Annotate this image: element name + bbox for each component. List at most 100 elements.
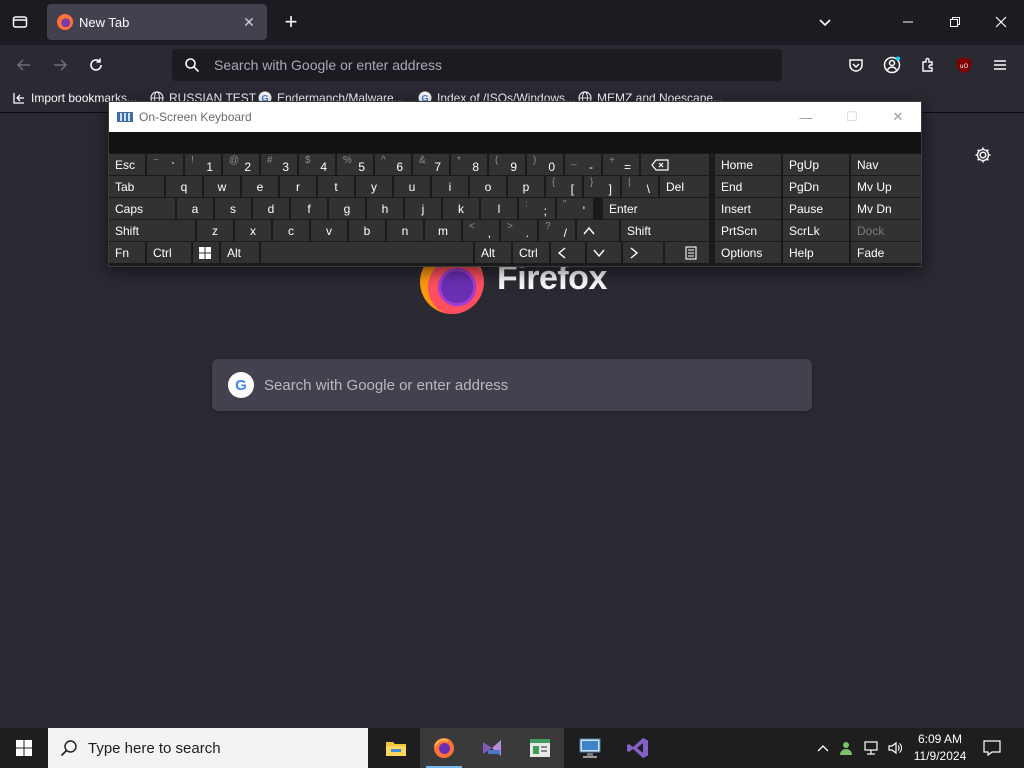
key-pgup[interactable]: PgUp <box>783 154 849 175</box>
key-a[interactable]: a <box>177 198 213 219</box>
key-semicolon[interactable]: :; <box>519 198 555 219</box>
list-all-tabs-button[interactable] <box>812 10 838 36</box>
key-del[interactable]: Del <box>660 176 709 197</box>
tab-close-icon[interactable]: ✕ <box>239 12 259 32</box>
key-c[interactable]: c <box>273 220 309 241</box>
key-prtscn[interactable]: PrtScn <box>715 220 781 241</box>
key-pause[interactable]: Pause <box>783 198 849 219</box>
key-mv-dn[interactable]: Mv Dn <box>851 198 921 219</box>
key-left-shift[interactable]: Shift <box>109 220 195 241</box>
app-menu-button[interactable] <box>986 51 1014 79</box>
taskbar-visual-studio-installer[interactable] <box>468 728 516 768</box>
key-left-alt[interactable]: Alt <box>221 242 259 263</box>
key-s[interactable]: s <box>215 198 251 219</box>
key-1[interactable]: ! 1 <box>185 154 221 175</box>
key-pgdn[interactable]: PgDn <box>783 176 849 197</box>
key-up-arrow[interactable] <box>577 220 619 241</box>
key-home[interactable]: Home <box>715 154 781 175</box>
taskbar-search-box[interactable]: Type here to search <box>48 728 368 768</box>
taskbar-app[interactable] <box>516 728 564 768</box>
key-equal[interactable]: + = <box>603 154 639 175</box>
forward-button[interactable] <box>46 51 74 79</box>
key-right-ctrl[interactable]: Ctrl <box>513 242 549 263</box>
key-options[interactable]: Options <box>715 242 781 263</box>
key-y[interactable]: y <box>356 176 392 197</box>
key-x[interactable]: x <box>235 220 271 241</box>
newtab-search-box[interactable]: G Search with Google or enter address <box>212 359 812 411</box>
key-w[interactable]: w <box>204 176 240 197</box>
key-down-arrow[interactable] <box>587 242 621 263</box>
key-right-arrow[interactable] <box>623 242 663 263</box>
key-comma[interactable]: <, <box>463 220 499 241</box>
key-rbracket[interactable]: }] <box>584 176 620 197</box>
key-b[interactable]: b <box>349 220 385 241</box>
key-dock[interactable]: Dock <box>851 220 921 241</box>
key-9[interactable]: (9 <box>489 154 525 175</box>
newtab-settings-button[interactable] <box>970 142 996 168</box>
key-mv-up[interactable]: Mv Up <box>851 176 921 197</box>
key-j[interactable]: j <box>405 198 441 219</box>
key-scrlk[interactable]: ScrLk <box>783 220 849 241</box>
key-m[interactable]: m <box>425 220 461 241</box>
key-esc[interactable]: Esc <box>109 154 145 175</box>
key-quote[interactable]: " ' <box>557 198 593 219</box>
taskbar-clock[interactable]: 6:09 AM 11/9/2024 <box>906 731 974 765</box>
key-backtick[interactable]: ~ ` <box>147 154 183 175</box>
key-tab[interactable]: Tab <box>109 176 164 197</box>
pocket-button[interactable] <box>842 51 870 79</box>
taskbar-network-app[interactable] <box>566 728 614 768</box>
taskbar-file-explorer[interactable] <box>372 728 420 768</box>
key-right-shift[interactable]: Shift <box>621 220 709 241</box>
key-8[interactable]: * 8 <box>451 154 487 175</box>
action-center-button[interactable] <box>978 728 1006 768</box>
taskbar-firefox[interactable] <box>420 728 468 768</box>
key-fn[interactable]: Fn <box>109 242 145 263</box>
key-backslash[interactable]: | \ <box>622 176 658 197</box>
key-help[interactable]: Help <box>783 242 849 263</box>
key-2[interactable]: @2 <box>223 154 259 175</box>
address-bar[interactable]: Search with Google or enter address <box>172 49 782 81</box>
ublock-button[interactable]: uO <box>950 51 978 79</box>
key-right-alt[interactable]: Alt <box>475 242 511 263</box>
key-5[interactable]: % 5 <box>337 154 373 175</box>
tray-user-status[interactable] <box>836 728 858 768</box>
key-fade[interactable]: Fade <box>851 242 921 263</box>
key-6[interactable]: ^ 6 <box>375 154 411 175</box>
close-window-button[interactable] <box>986 8 1016 36</box>
key-end[interactable]: End <box>715 176 781 197</box>
extensions-button[interactable] <box>914 51 942 79</box>
osk-title-bar[interactable]: On-Screen Keyboard — ☐ ✕ <box>109 102 921 132</box>
back-button[interactable] <box>10 51 38 79</box>
key-f[interactable]: f <box>291 198 327 219</box>
key-7[interactable]: & 7 <box>413 154 449 175</box>
key-period[interactable]: >. <box>501 220 537 241</box>
key-e[interactable]: e <box>242 176 278 197</box>
key-left-ctrl[interactable]: Ctrl <box>147 242 191 263</box>
restore-button[interactable] <box>940 8 970 36</box>
key-k[interactable]: k <box>443 198 479 219</box>
tray-network[interactable] <box>860 728 882 768</box>
key-l[interactable]: l <box>481 198 517 219</box>
key-left-arrow[interactable] <box>551 242 585 263</box>
key-4[interactable]: $4 <box>299 154 335 175</box>
key-t[interactable]: t <box>318 176 354 197</box>
osk-close-button[interactable]: ✕ <box>883 106 913 128</box>
key-z[interactable]: z <box>197 220 233 241</box>
key-space[interactable] <box>261 242 473 263</box>
key-r[interactable]: r <box>280 176 316 197</box>
key-u[interactable]: u <box>394 176 430 197</box>
key-v[interactable]: v <box>311 220 347 241</box>
account-button[interactable] <box>878 51 906 79</box>
key-3[interactable]: #3 <box>261 154 297 175</box>
key-g[interactable]: g <box>329 198 365 219</box>
show-hidden-icons-button[interactable] <box>812 728 834 768</box>
key-o[interactable]: o <box>470 176 506 197</box>
tray-volume[interactable] <box>884 728 906 768</box>
key-enter[interactable]: Enter <box>603 198 709 219</box>
taskbar-visual-studio[interactable] <box>614 728 662 768</box>
key-i[interactable]: i <box>432 176 468 197</box>
key-minus[interactable]: _ - <box>565 154 601 175</box>
key-n[interactable]: n <box>387 220 423 241</box>
key-insert[interactable]: Insert <box>715 198 781 219</box>
key-menu[interactable] <box>665 242 709 263</box>
